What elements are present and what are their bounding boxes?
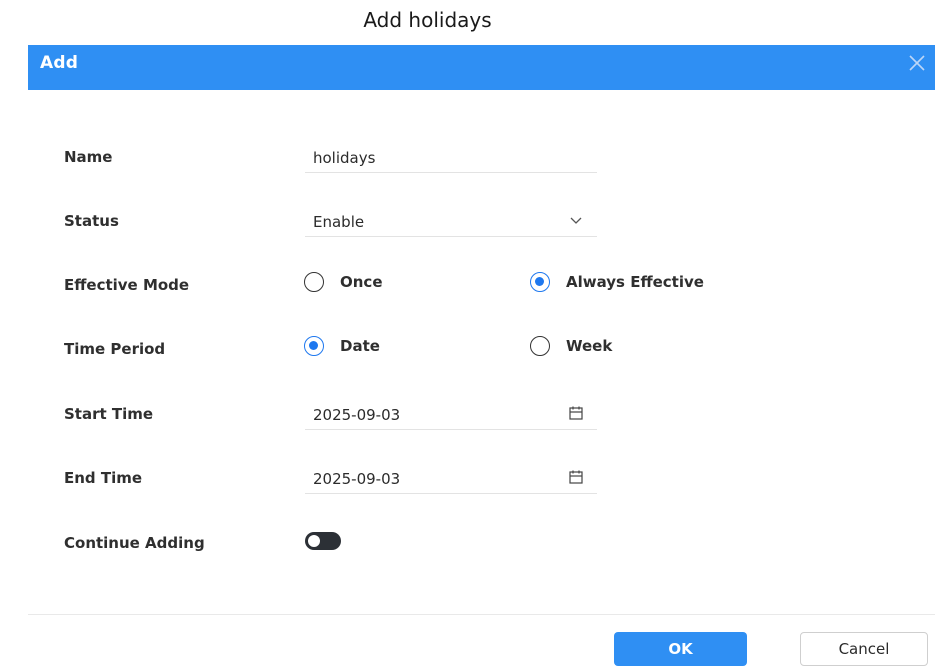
radio-always-effective-circle [530, 272, 550, 292]
name-value: holidays [313, 149, 376, 167]
end-time-input[interactable]: 2025-09-03 [305, 463, 597, 494]
time-period-label: Time Period [64, 340, 166, 358]
end-time-row: End Time 2025-09-03 [64, 463, 764, 503]
cancel-button[interactable]: Cancel [800, 632, 928, 666]
calendar-icon[interactable] [567, 468, 585, 486]
radio-date-circle [304, 336, 324, 356]
radio-always-effective[interactable]: Always Effective [530, 272, 730, 296]
dialog-title: Add [40, 53, 79, 73]
continue-adding-label: Continue Adding [64, 534, 205, 552]
radio-always-effective-label: Always Effective [566, 273, 704, 291]
radio-date-label: Date [340, 337, 380, 355]
toggle-knob [308, 535, 320, 547]
ok-button[interactable]: OK [614, 632, 747, 666]
radio-once-label: Once [340, 273, 383, 291]
radio-week[interactable]: Week [530, 336, 650, 360]
add-dialog: Add Name holidays Status Enable Effectiv… [28, 45, 935, 666]
start-time-label: Start Time [64, 405, 154, 423]
calendar-icon[interactable] [567, 404, 585, 422]
footer-divider [28, 614, 935, 615]
radio-week-circle [530, 336, 550, 356]
radio-selected-dot [535, 277, 544, 286]
start-time-input[interactable]: 2025-09-03 [305, 399, 597, 430]
radio-week-label: Week [566, 337, 613, 355]
start-time-value: 2025-09-03 [313, 406, 401, 424]
name-input[interactable]: holidays [305, 142, 597, 173]
continue-adding-toggle[interactable] [305, 532, 341, 550]
radio-date[interactable]: Date [304, 336, 414, 360]
start-time-row: Start Time 2025-09-03 [64, 399, 764, 439]
status-select[interactable]: Enable [305, 206, 597, 237]
page-caption: Add holidays [363, 8, 492, 32]
status-label: Status [64, 212, 119, 230]
continue-adding-row: Continue Adding [64, 528, 764, 568]
radio-once[interactable]: Once [304, 272, 414, 296]
time-period-row: Time Period Date Week [64, 334, 764, 374]
radio-selected-dot [309, 341, 318, 350]
status-value: Enable [313, 213, 365, 231]
dialog-header: Add [28, 45, 935, 90]
radio-once-circle [304, 272, 324, 292]
name-row: Name holidays [64, 142, 764, 182]
status-row: Status Enable [64, 206, 764, 246]
effective-mode-label: Effective Mode [64, 276, 190, 294]
effective-mode-row: Effective Mode Once Always Effective [64, 270, 764, 310]
end-time-label: End Time [64, 469, 143, 487]
end-time-value: 2025-09-03 [313, 470, 401, 488]
chevron-down-icon [567, 211, 585, 229]
close-icon[interactable] [905, 51, 929, 75]
name-label: Name [64, 148, 113, 166]
